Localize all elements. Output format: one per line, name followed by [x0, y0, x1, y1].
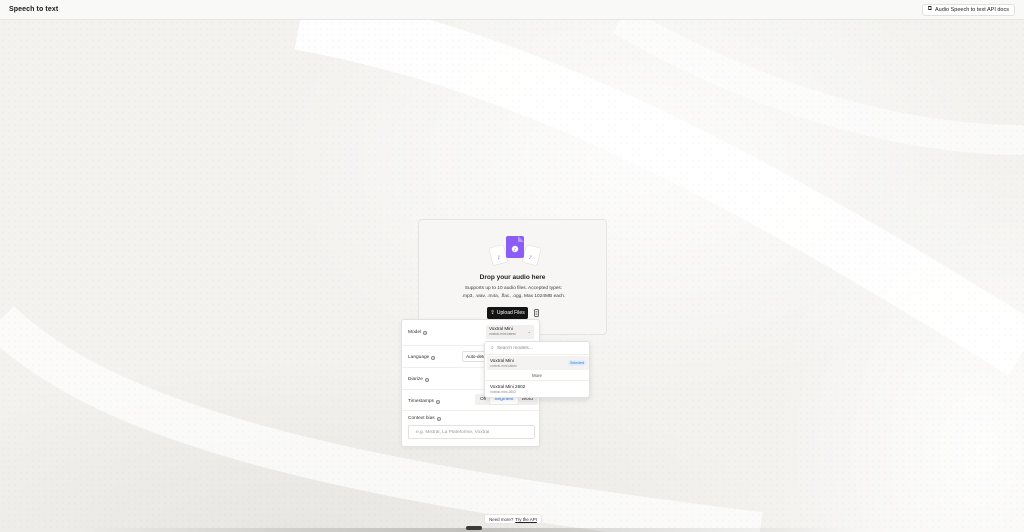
page-title: Speech to text — [9, 6, 59, 13]
model-dropdown: ⌕ Voxtral Mini voxtral-mini-latest Selec… — [484, 341, 590, 398]
dropzone-subtitle: Supports up to 10 audio files. Accepted … — [439, 285, 588, 301]
dropzone-subtitle-line2: .mp3, .wav, .m4a, .flac, .ogg. Max 1024M… — [461, 294, 566, 299]
drag-handle[interactable] — [466, 526, 482, 530]
svg-text:♪: ♪ — [513, 247, 516, 252]
top-bar: Speech to text ⧉ Audio Speech to text AP… — [0, 0, 1024, 20]
upload-files-button[interactable]: ⇪ Upload Files — [487, 307, 528, 319]
context-bias-row: Context bias i — [402, 411, 539, 448]
info-icon: i — [424, 377, 429, 382]
help-text: Need more? — [489, 516, 514, 522]
model-label: Model i — [408, 330, 428, 335]
selected-badge: Selected — [568, 360, 586, 366]
language-label: Language i — [408, 355, 436, 360]
context-bias-label: Context bias i — [408, 416, 441, 421]
model-option[interactable]: Voxtral Mini voxtral-mini-latest Selecte… — [487, 356, 589, 370]
upload-icon: ⇪ — [490, 310, 495, 316]
microphone-icon — [533, 309, 539, 317]
model-option-id: voxtral-mini-2602 — [490, 390, 517, 394]
help-pill: Need more? Try the API — [484, 514, 542, 524]
api-docs-label: Audio Speech to text API docs — [935, 6, 1009, 13]
model-option-name: Voxtral Mini 2602 — [490, 384, 526, 389]
context-bias-input[interactable] — [408, 425, 535, 439]
info-icon: i — [436, 416, 441, 421]
api-docs-link[interactable]: ⧉ Audio Speech to text API docs — [921, 3, 1015, 16]
external-link-icon: ⧉ — [927, 6, 932, 12]
dropzone-subtitle-line1: Supports up to 10 audio files. Accepted … — [464, 286, 563, 291]
audio-files-icon: ♪ ♪ ♪ — [489, 236, 541, 266]
info-icon: i — [435, 399, 440, 404]
search-icon: ⌕ — [491, 345, 494, 351]
diarize-label: Diarize i — [408, 377, 429, 382]
model-search: ⌕ — [485, 342, 589, 355]
model-select-id: voxtral-mini-latest — [489, 332, 516, 336]
audio-dropzone[interactable]: ♪ ♪ ♪ Drop your audio here Supports up t… — [418, 219, 607, 335]
model-select-name: Voxtral Mini — [489, 326, 513, 331]
info-icon: i — [431, 355, 436, 360]
model-search-input[interactable] — [496, 345, 577, 351]
divider — [485, 380, 589, 381]
model-option[interactable]: Voxtral Mini 2602 voxtral-mini-2602 — [487, 382, 589, 396]
dropzone-title: Drop your audio here — [479, 274, 546, 281]
record-button[interactable] — [531, 308, 541, 318]
upload-files-label: Upload Files — [496, 310, 525, 316]
more-section-label: More — [531, 373, 542, 378]
try-api-link[interactable]: Try the API — [515, 517, 537, 522]
chevron-down-icon: ⌄ — [527, 329, 531, 334]
model-select[interactable]: Voxtral Mini voxtral-mini-latest ⌄ — [486, 325, 534, 339]
timestamps-label: Timestamps i — [408, 399, 440, 404]
info-icon: i — [423, 330, 428, 335]
